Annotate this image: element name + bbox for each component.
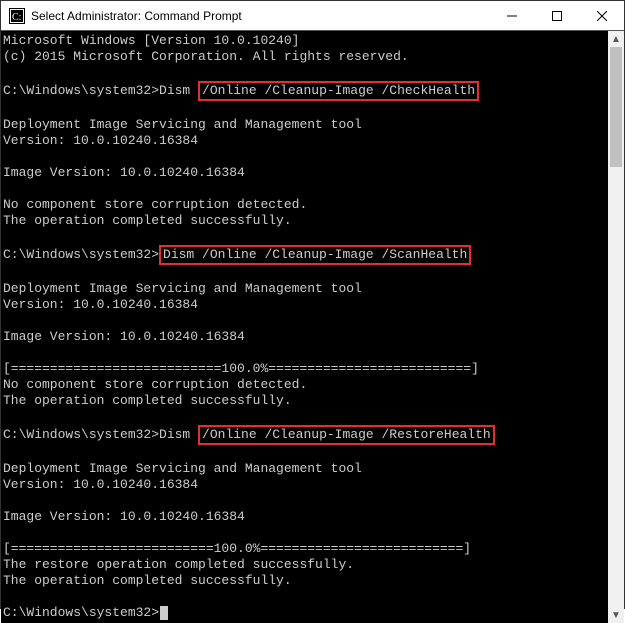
- text-line: [===========================100.0%======…: [3, 361, 479, 376]
- prompt: C:\Windows\system32>: [3, 247, 159, 262]
- text-line: Image Version: 10.0.10240.16384: [3, 329, 245, 344]
- text-line: The operation completed successfully.: [3, 573, 292, 588]
- scroll-thumb[interactable]: [610, 47, 622, 167]
- text-line: (c) 2015 Microsoft Corporation. All righ…: [3, 49, 409, 64]
- minimize-button[interactable]: [489, 1, 534, 31]
- titlebar[interactable]: C: Select Administrator: Command Prompt: [1, 1, 624, 31]
- prompt: C:\Windows\system32>: [3, 427, 159, 442]
- text-line: No component store corruption detected.: [3, 377, 307, 392]
- cmd-text: Dism: [159, 427, 198, 442]
- close-button[interactable]: [579, 1, 624, 31]
- maximize-button[interactable]: [534, 1, 579, 31]
- scroll-up-button[interactable]: ▲: [608, 31, 624, 47]
- text-line: Version: 10.0.10240.16384: [3, 133, 198, 148]
- highlight-restorehealth: /Online /Cleanup-Image /RestoreHealth: [198, 425, 495, 445]
- highlight-scanhealth: Dism /Online /Cleanup-Image /ScanHealth: [159, 245, 471, 265]
- text-line: No component store corruption detected.: [3, 197, 307, 212]
- text-line: Image Version: 10.0.10240.16384: [3, 165, 245, 180]
- prompt: C:\Windows\system32>: [3, 83, 159, 98]
- terminal-area: Microsoft Windows [Version 10.0.10240] (…: [1, 31, 624, 623]
- cmd-text: Dism: [159, 83, 198, 98]
- text-line: The restore operation completed successf…: [3, 557, 354, 572]
- terminal-output[interactable]: Microsoft Windows [Version 10.0.10240] (…: [1, 31, 608, 623]
- window-title: Select Administrator: Command Prompt: [31, 9, 242, 23]
- vertical-scrollbar[interactable]: ▲ ▼: [608, 31, 624, 623]
- text-line: Image Version: 10.0.10240.16384: [3, 509, 245, 524]
- command-prompt-window: C: Select Administrator: Command Prompt …: [0, 0, 625, 609]
- text-line: Version: 10.0.10240.16384: [3, 297, 198, 312]
- text-line: [==========================100.0%=======…: [3, 541, 479, 556]
- text-line: The operation completed successfully.: [3, 213, 292, 228]
- highlight-checkhealth: /Online /Cleanup-Image /CheckHealth: [198, 81, 479, 101]
- text-line: Deployment Image Servicing and Managemen…: [3, 281, 362, 296]
- cursor: [160, 606, 168, 620]
- scroll-down-button[interactable]: ▼: [608, 607, 624, 623]
- cmd-icon: C:: [9, 8, 25, 24]
- text-line: Version: 10.0.10240.16384: [3, 477, 198, 492]
- text-line: Microsoft Windows [Version 10.0.10240]: [3, 33, 299, 48]
- text-line: Deployment Image Servicing and Managemen…: [3, 117, 362, 132]
- prompt: C:\Windows\system32>: [3, 605, 159, 620]
- text-line: The operation completed successfully.: [3, 393, 292, 408]
- svg-text:C:: C:: [12, 12, 21, 23]
- text-line: Deployment Image Servicing and Managemen…: [3, 461, 362, 476]
